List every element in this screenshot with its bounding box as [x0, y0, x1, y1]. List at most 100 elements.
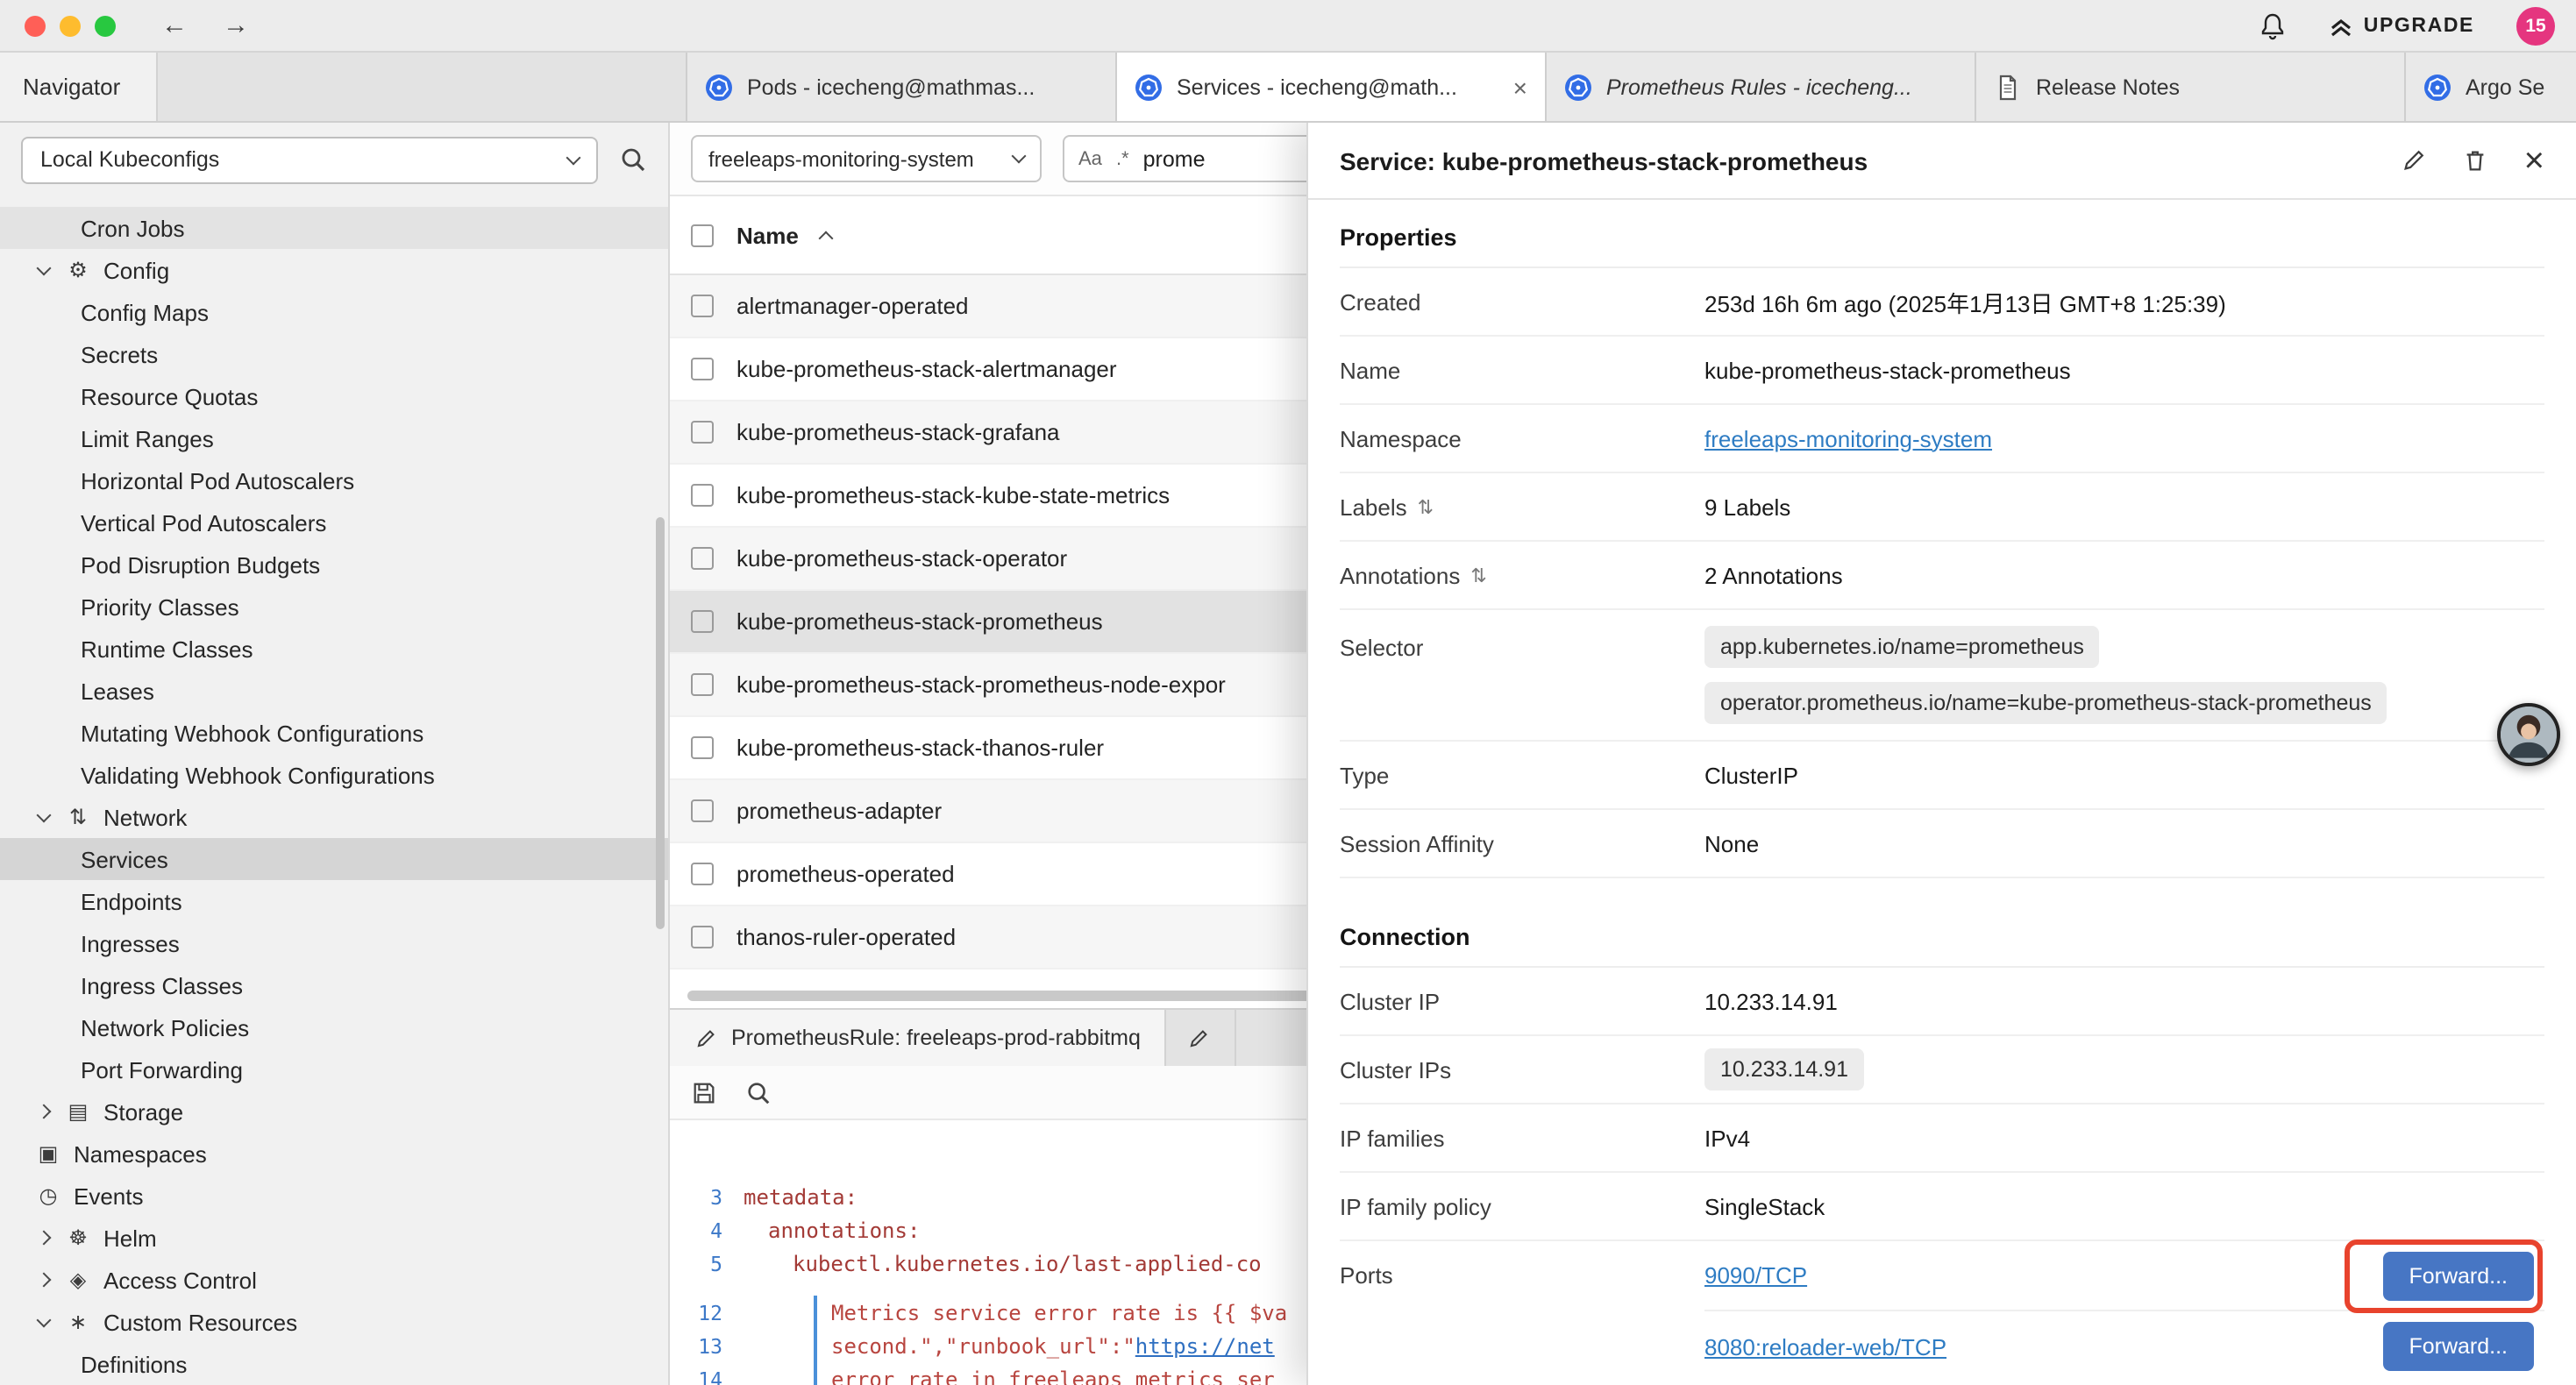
sidebar-item-cron-jobs[interactable]: Cron Jobs	[0, 207, 668, 249]
row-checkbox[interactable]	[691, 295, 714, 317]
sidebar-item-endpoints[interactable]: Endpoints	[0, 880, 668, 922]
kubernetes-icon	[1564, 73, 1592, 101]
forward-button[interactable]: Forward...	[2382, 1322, 2534, 1371]
line-number: 3	[670, 1184, 744, 1209]
row-checkbox[interactable]	[691, 736, 714, 759]
sidebar-item-config[interactable]: ⚙Config	[0, 249, 668, 291]
sidebar-item-port-forwarding[interactable]: Port Forwarding	[0, 1048, 668, 1090]
name-column-header[interactable]: Name	[737, 222, 799, 248]
search-input[interactable]: Aa .* prome	[1063, 135, 1326, 182]
row-checkbox[interactable]	[691, 610, 714, 633]
property-row-session-affinity: Session Affinity None	[1340, 810, 2544, 878]
tab-argo-se[interactable]: Argo Se	[2406, 53, 2576, 121]
sidebar-item-ingress-classes[interactable]: Ingress Classes	[0, 964, 668, 1006]
editor-search-icon[interactable]	[745, 1079, 772, 1105]
upgrade-button[interactable]: UPGRADE	[2329, 13, 2474, 38]
property-row-annotations: Annotations ⇅ 2 Annotations	[1340, 542, 2544, 610]
search-query-text: prome	[1143, 146, 1206, 171]
dock-tab-prometheusrule[interactable]: PrometheusRule: freeleaps-prod-rabbitmq	[670, 1010, 1167, 1066]
regex-toggle[interactable]: .*	[1116, 148, 1129, 169]
edit-icon[interactable]	[2402, 147, 2428, 174]
property-row-ports: Ports 9090/TCP Forward... 8080:reloader-…	[1340, 1241, 2544, 1381]
sidebar-item-secrets[interactable]: Secrets	[0, 333, 668, 375]
sidebar-search-icon[interactable]	[619, 146, 647, 174]
property-row-cluster-ips: Cluster IPs 10.233.14.91	[1340, 1036, 2544, 1104]
property-row-created: Created 253d 16h 6m ago (2025年1月13日 GMT+…	[1340, 268, 2544, 337]
notification-count-badge[interactable]: 15	[2516, 6, 2555, 45]
sidebar-item-storage[interactable]: ▤Storage	[0, 1090, 668, 1133]
select-all-checkbox[interactable]	[691, 224, 714, 246]
row-checkbox[interactable]	[691, 673, 714, 696]
sidebar-item-label: Ingresses	[81, 930, 180, 956]
property-label: Created	[1340, 288, 1421, 315]
sidebar-item-validating-webhook-configurations[interactable]: Validating Webhook Configurations	[0, 754, 668, 796]
sidebar-item-services[interactable]: Services	[0, 838, 668, 880]
row-checkbox[interactable]	[691, 358, 714, 380]
port-link[interactable]: 9090/TCP	[1704, 1262, 1807, 1289]
port-link[interactable]: 8080:reloader-web/TCP	[1704, 1333, 1946, 1360]
chevron-down-icon	[35, 267, 53, 273]
tab-prometheus-rules-icecheng[interactable]: Prometheus Rules - icecheng...	[1547, 53, 1976, 121]
namespace-link[interactable]: freeleaps-monitoring-system	[1704, 425, 1992, 451]
sidebar-item-label: Definitions	[81, 1351, 187, 1377]
back-arrow-icon[interactable]: ←	[161, 11, 188, 40]
dock-tab-partial[interactable]	[1167, 1010, 1237, 1066]
tab-pods-icecheng-mathmas[interactable]: Pods - icecheng@mathmas...	[687, 53, 1117, 121]
row-checkbox[interactable]	[691, 547, 714, 570]
edit-pencil-icon	[1188, 1026, 1211, 1049]
save-icon[interactable]	[691, 1079, 717, 1105]
sidebar-item-pod-disruption-budgets[interactable]: Pod Disruption Budgets	[0, 543, 668, 586]
namespace-select[interactable]: freeleaps-monitoring-system	[691, 135, 1042, 182]
avatar[interactable]	[2497, 703, 2560, 766]
forward-arrow-icon[interactable]: →	[223, 11, 249, 40]
row-checkbox[interactable]	[691, 926, 714, 948]
forward-button[interactable]: Forward...	[2382, 1251, 2534, 1300]
kubeconfig-select[interactable]: Local Kubeconfigs	[21, 136, 598, 183]
sidebar-item-label: Vertical Pod Autoscalers	[81, 509, 326, 536]
row-checkbox[interactable]	[691, 863, 714, 885]
zoom-window-button[interactable]	[95, 15, 116, 36]
close-window-button[interactable]	[25, 15, 46, 36]
sidebar-item-leases[interactable]: Leases	[0, 670, 668, 712]
navigator-header-tab[interactable]: Navigator	[0, 53, 158, 121]
sidebar-item-network-policies[interactable]: Network Policies	[0, 1006, 668, 1048]
sidebar-item-label: Priority Classes	[81, 593, 239, 620]
row-checkbox[interactable]	[691, 484, 714, 507]
notifications-bell-icon[interactable]	[2259, 11, 2287, 39]
sidebar-item-config-maps[interactable]: Config Maps	[0, 291, 668, 333]
sidebar-scrollbar[interactable]	[656, 517, 665, 929]
sidebar-item-label: Network	[103, 804, 187, 830]
chevron-down-icon	[35, 814, 53, 820]
close-icon[interactable]: ×	[2524, 143, 2544, 178]
minimize-window-button[interactable]	[60, 15, 81, 36]
sidebar-item-definitions[interactable]: Definitions	[0, 1343, 668, 1385]
sidebar-item-helm[interactable]: ☸Helm	[0, 1217, 668, 1259]
sidebar-item-access-control[interactable]: ◈Access Control	[0, 1259, 668, 1301]
match-case-toggle[interactable]: Aa	[1078, 148, 1102, 169]
sidebar-item-network[interactable]: ⇅Network	[0, 796, 668, 838]
sidebar-item-vertical-pod-autoscalers[interactable]: Vertical Pod Autoscalers	[0, 501, 668, 543]
sidebar-item-resource-quotas[interactable]: Resource Quotas	[0, 375, 668, 417]
sidebar-item-events[interactable]: ◷Events	[0, 1175, 668, 1217]
sidebar-item-runtime-classes[interactable]: Runtime Classes	[0, 628, 668, 670]
detail-body: Properties Created 253d 16h 6m ago (2025…	[1308, 200, 2576, 1385]
close-icon[interactable]: ×	[1510, 73, 1527, 101]
sidebar-item-custom-resources[interactable]: ∗Custom Resources	[0, 1301, 668, 1343]
expand-icon[interactable]: ⇅	[1418, 495, 1434, 518]
sidebar-item-label: Network Policies	[81, 1014, 249, 1041]
sidebar-item-mutating-webhook-configurations[interactable]: Mutating Webhook Configurations	[0, 712, 668, 754]
expand-icon[interactable]: ⇅	[1470, 564, 1486, 586]
property-value: 10.233.14.91	[1704, 988, 1838, 1014]
sidebar-item-limit-ranges[interactable]: Limit Ranges	[0, 417, 668, 459]
sidebar-item-priority-classes[interactable]: Priority Classes	[0, 586, 668, 628]
tab-release-notes[interactable]: Release Notes	[1976, 53, 2406, 121]
tab-services-icecheng-math[interactable]: Services - icecheng@math...×	[1117, 53, 1547, 121]
layers-icon: ▣	[35, 1141, 61, 1166]
row-checkbox[interactable]	[691, 421, 714, 444]
sidebar-item-ingresses[interactable]: Ingresses	[0, 922, 668, 964]
delete-icon[interactable]	[2463, 147, 2489, 174]
sort-ascending-icon[interactable]	[819, 231, 834, 245]
sidebar-item-horizontal-pod-autoscalers[interactable]: Horizontal Pod Autoscalers	[0, 459, 668, 501]
row-checkbox[interactable]	[691, 799, 714, 822]
sidebar-item-namespaces[interactable]: ▣Namespaces	[0, 1133, 668, 1175]
